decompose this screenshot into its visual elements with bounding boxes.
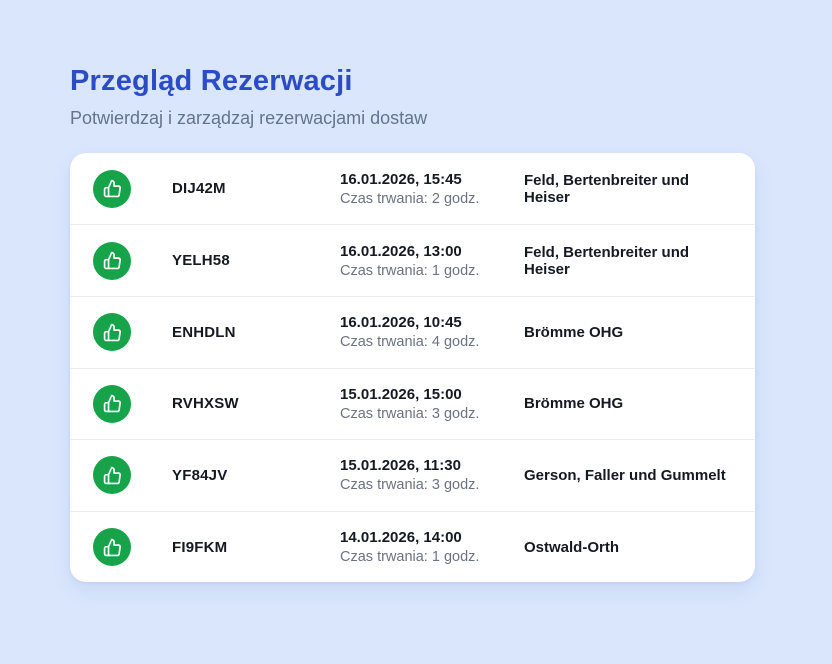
- reservation-company: Feld, Bertenbreiter und Heiser: [524, 243, 690, 278]
- reservation-datetime: 16.01.2026, 13:00: [340, 242, 462, 260]
- reservation-company: Ostwald-Orth: [524, 538, 620, 556]
- reservation-datetime: 16.01.2026, 10:45: [340, 314, 462, 332]
- reservation-row: RVHXSW 15.01.2026, 15:00 Czas trwania: 3…: [70, 367, 755, 440]
- reservation-company: Feld, Bertenbreiter und Heiser: [524, 171, 690, 206]
- confirm-cell: [70, 528, 172, 567]
- reservation-code: ENHDLN: [172, 323, 236, 341]
- confirm-reservation-button[interactable]: [93, 241, 131, 280]
- reservation-code: DIJ42M: [172, 180, 226, 198]
- reservation-duration: Czas trwania: 3 godz.: [340, 405, 480, 422]
- thumbs-up-icon: [103, 323, 122, 342]
- confirm-reservation-button[interactable]: [93, 313, 131, 352]
- reservation-time-cell: 14.01.2026, 14:00 Czas trwania: 1 godz.: [340, 529, 524, 565]
- confirm-reservation-button[interactable]: [93, 169, 131, 208]
- reservation-time-cell: 16.01.2026, 13:00 Czas trwania: 1 godz.: [340, 243, 524, 279]
- reservation-datetime: 16.01.2026, 15:45: [340, 170, 462, 188]
- confirm-cell: [70, 241, 172, 280]
- confirm-cell: [70, 313, 172, 352]
- thumbs-up-icon: [103, 251, 122, 270]
- reservation-duration: Czas trwania: 1 godz.: [340, 549, 480, 566]
- reservation-company: Gerson, Faller und Gummelt: [524, 466, 726, 484]
- reservation-code: RVHXSW: [172, 395, 239, 413]
- thumbs-up-icon: [103, 394, 122, 413]
- reservation-time-cell: 15.01.2026, 11:30 Czas trwania: 3 godz.: [340, 457, 524, 493]
- reservation-company: Brömme OHG: [524, 323, 624, 341]
- reservation-row: ENHDLN 16.01.2026, 10:45 Czas trwania: 4…: [70, 295, 755, 368]
- reservation-row: FI9FKM 14.01.2026, 14:00 Czas trwania: 1…: [70, 510, 755, 583]
- reservation-row: DIJ42M 16.01.2026, 15:45 Czas trwania: 2…: [70, 153, 755, 225]
- page-title: Przegląd Rezerwacji: [70, 65, 353, 97]
- thumbs-up-icon: [103, 538, 122, 557]
- thumbs-up-icon: [103, 466, 122, 485]
- confirm-reservation-button[interactable]: [93, 528, 131, 567]
- reservation-duration: Czas trwania: 4 godz.: [340, 334, 480, 351]
- reservation-datetime: 15.01.2026, 15:00: [340, 385, 462, 403]
- reservation-time-cell: 16.01.2026, 15:45 Czas trwania: 2 godz.: [340, 171, 524, 207]
- reservation-code: YELH58: [172, 252, 230, 270]
- page-subtitle: Potwierdzaj i zarządzaj rezerwacjami dos…: [70, 107, 428, 128]
- reservation-row: YF84JV 15.01.2026, 11:30 Czas trwania: 3…: [70, 439, 755, 511]
- confirm-cell: [70, 169, 172, 208]
- confirm-cell: [70, 384, 172, 423]
- reservation-time-cell: 15.01.2026, 15:00 Czas trwania: 3 godz.: [340, 386, 524, 422]
- reservation-time-cell: 16.01.2026, 10:45 Czas trwania: 4 godz.: [340, 314, 524, 350]
- reservations-list: DIJ42M 16.01.2026, 15:45 Czas trwania: 2…: [70, 152, 755, 583]
- reservation-company: Brömme OHG: [524, 395, 624, 413]
- thumbs-up-icon: [103, 179, 122, 198]
- reservation-code: YF84JV: [172, 466, 228, 484]
- reservation-datetime: 14.01.2026, 14:00: [340, 529, 462, 547]
- reservation-datetime: 15.01.2026, 11:30: [340, 457, 461, 475]
- confirm-reservation-button[interactable]: [93, 456, 131, 495]
- confirm-reservation-button[interactable]: [93, 384, 131, 423]
- reservation-row: YELH58 16.01.2026, 13:00 Czas trwania: 1…: [70, 224, 755, 296]
- reservation-duration: Czas trwania: 2 godz.: [340, 190, 480, 207]
- reservations-page: Przegląd Rezerwacji Potwierdzaj i zarząd…: [0, 0, 832, 583]
- reservation-code: FI9FKM: [172, 538, 228, 556]
- reservation-duration: Czas trwania: 3 godz.: [340, 477, 480, 494]
- confirm-cell: [70, 456, 172, 495]
- reservation-duration: Czas trwania: 1 godz.: [340, 262, 480, 279]
